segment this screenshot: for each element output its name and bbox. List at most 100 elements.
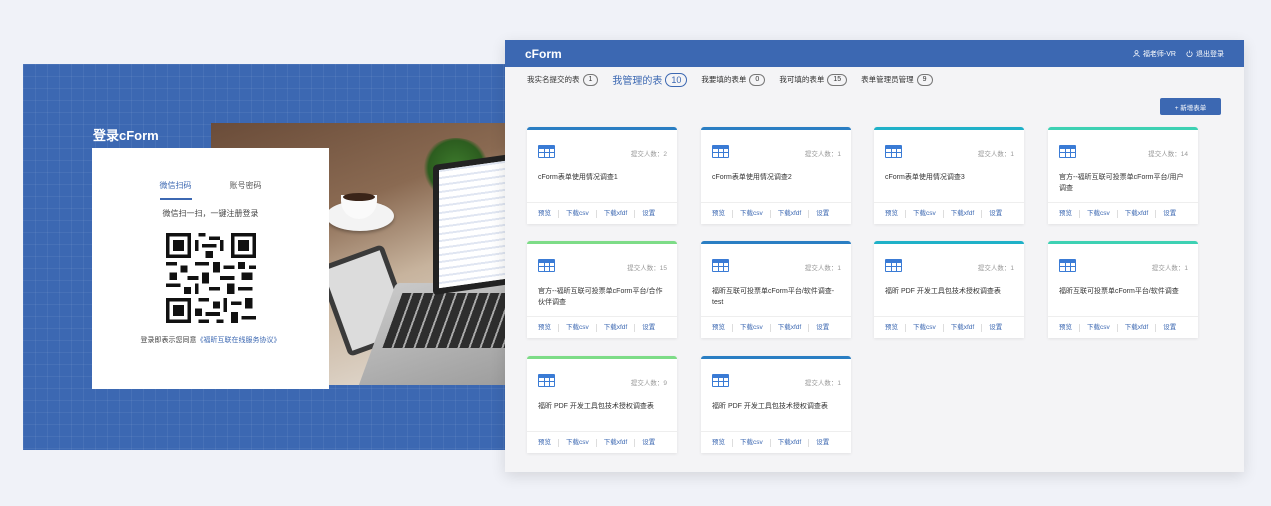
form-card[interactable]: 提交人数：9 福昕 PDF 开发工具包技术授权调查表 预览 下载csv 下载xfdf 设置 — [527, 356, 677, 453]
preview-link[interactable]: 预览 — [885, 323, 906, 332]
download-csv-link[interactable]: 下载csv — [740, 438, 771, 447]
settings-link[interactable]: 设置 — [642, 210, 662, 218]
form-title: cForm表单使用情况调查1 — [538, 174, 618, 181]
download-csv-link[interactable]: 下载csv — [1087, 209, 1118, 218]
card-actions: 预览 下载csv 下载xfdf 设置 — [874, 202, 1024, 224]
preview-link[interactable]: 预览 — [885, 209, 906, 218]
submission-count: 提交人数：2 — [630, 151, 667, 158]
download-csv-link[interactable]: 下载csv — [566, 438, 597, 447]
service-agreement-link[interactable]: 《福昕互联在线服务协议》 — [197, 337, 281, 344]
submission-count: 提交人数：9 — [630, 380, 667, 387]
form-card[interactable]: 提交人数：2 cForm表单使用情况调查1 预览 下载csv 下载xfdf 设置 — [527, 127, 677, 224]
preview-link[interactable]: 预览 — [712, 438, 733, 447]
form-card[interactable]: 提交人数：1 福昕 PDF 开发工具包技术授权调查表 预览 下载csv 下载xfdf 设置 — [874, 241, 1024, 338]
form-title: 福昕 PDF 开发工具包技术授权调查表 — [538, 403, 654, 410]
table-icon — [538, 374, 555, 387]
settings-link[interactable]: 设置 — [816, 439, 836, 447]
top-bar: cForm 福老师-VR 退出登录 — [505, 40, 1244, 67]
tab-account-password[interactable]: 账号密码 — [230, 180, 262, 200]
download-xfdf-link[interactable]: 下载xfdf — [951, 323, 983, 332]
power-icon — [1186, 50, 1193, 57]
tab-to-fill[interactable]: 我要填的表单 0 — [701, 73, 766, 86]
form-card[interactable]: 提交人数：1 福昕互联可投票单cForm平台/软件调查 预览 下载csv 下载xfdf 设… — [1048, 241, 1198, 338]
preview-link[interactable]: 预览 — [538, 323, 559, 332]
download-xfdf-link[interactable]: 下载xfdf — [1125, 323, 1157, 332]
download-xfdf-link[interactable]: 下载xfdf — [1125, 209, 1157, 218]
form-title: 福昕 PDF 开发工具包技术授权调查表 — [885, 288, 1001, 295]
preview-link[interactable]: 预览 — [1059, 209, 1080, 218]
download-xfdf-link[interactable]: 下载xfdf — [778, 438, 810, 447]
count-badge: 15 — [827, 73, 848, 86]
form-card[interactable]: 提交人数：1 福昕互联可投票单cForm平台/软件调查-test 预览 下载csv 下载… — [701, 241, 851, 338]
settings-link[interactable]: 设置 — [642, 439, 662, 447]
download-csv-link[interactable]: 下载csv — [913, 209, 944, 218]
form-card[interactable]: 提交人数：14 官方--福昕互联可投票单cForm平台/用户调查 预览 下载csv 下载… — [1048, 127, 1198, 224]
form-card[interactable]: 提交人数：1 福昕 PDF 开发工具包技术授权调查表 预览 下载csv 下载xfdf 设置 — [701, 356, 851, 453]
download-xfdf-link[interactable]: 下载xfdf — [951, 209, 983, 218]
download-csv-link[interactable]: 下载csv — [566, 209, 597, 218]
table-icon — [1059, 259, 1076, 272]
agreement-text: 登录即表示您同意《福昕互联在线服务协议》 — [140, 337, 281, 344]
form-title: cForm表单使用情况调查2 — [712, 174, 792, 181]
tab-can-fill[interactable]: 我可填的表单 15 — [779, 73, 848, 86]
download-csv-link[interactable]: 下载csv — [740, 323, 771, 332]
login-card: 微信扫码 账号密码 微信扫一扫，一键注册登录 登录即表示您同意《福昕互联在线服务… — [92, 148, 329, 389]
count-badge: 1 — [582, 73, 599, 86]
settings-link[interactable]: 设置 — [1163, 324, 1183, 332]
card-actions: 预览 下载csv 下载xfdf 设置 — [527, 431, 677, 453]
cform-dashboard: cForm 福老师-VR 退出登录 我实名提交的表 1 我管理的表 10 我要填的表… — [505, 40, 1244, 472]
preview-link[interactable]: 预览 — [712, 209, 733, 218]
submission-count: 提交人数：1 — [804, 151, 841, 158]
new-form-button[interactable]: + 新增表单 — [1160, 98, 1221, 115]
tab-submitted[interactable]: 我实名提交的表 1 — [527, 73, 599, 86]
submission-count: 提交人数：14 — [1148, 151, 1188, 158]
submission-count: 提交人数：1 — [1151, 265, 1188, 272]
submission-count: 提交人数：1 — [977, 265, 1014, 272]
download-csv-link[interactable]: 下载csv — [566, 323, 597, 332]
download-csv-link[interactable]: 下载csv — [913, 323, 944, 332]
tab-admin[interactable]: 表单管理员管理 9 — [861, 73, 933, 86]
card-actions: 预览 下载csv 下载xfdf 设置 — [701, 431, 851, 453]
submission-count: 提交人数：15 — [627, 265, 667, 272]
card-actions: 预览 下载csv 下载xfdf 设置 — [874, 316, 1024, 338]
table-icon — [538, 145, 555, 158]
settings-link[interactable]: 设置 — [816, 324, 836, 332]
form-card[interactable]: 提交人数：15 官方--福昕互联可投票单cForm平台/合作伙伴调查 预览 下载csv… — [527, 241, 677, 338]
download-xfdf-link[interactable]: 下载xfdf — [604, 323, 636, 332]
brand-logo: cForm — [525, 46, 562, 61]
user-icon — [1133, 50, 1140, 57]
card-actions: 预览 下载csv 下载xfdf 设置 — [1048, 316, 1198, 338]
tab-managed[interactable]: 我管理的表 10 — [612, 72, 688, 87]
preview-link[interactable]: 预览 — [712, 323, 733, 332]
form-card[interactable]: 提交人数：1 cForm表单使用情况调查2 预览 下载csv 下载xfdf 设置 — [701, 127, 851, 224]
submission-count: 提交人数：1 — [804, 380, 841, 387]
settings-link[interactable]: 设置 — [642, 324, 662, 332]
table-icon — [712, 145, 729, 158]
settings-link[interactable]: 设置 — [989, 210, 1009, 218]
settings-link[interactable]: 设置 — [816, 210, 836, 218]
download-xfdf-link[interactable]: 下载xfdf — [778, 209, 810, 218]
preview-link[interactable]: 预览 — [1059, 323, 1080, 332]
table-icon — [712, 259, 729, 272]
download-xfdf-link[interactable]: 下载xfdf — [778, 323, 810, 332]
card-actions: 预览 下载csv 下载xfdf 设置 — [527, 316, 677, 338]
tab-wechat-scan[interactable]: 微信扫码 — [159, 180, 192, 200]
nav-tabs: 我实名提交的表 1 我管理的表 10 我要填的表单 0 我可填的表单 15 表单管理员管… — [527, 72, 947, 87]
user-menu[interactable]: 福老师-VR — [1133, 49, 1176, 59]
settings-link[interactable]: 设置 — [989, 324, 1009, 332]
download-csv-link[interactable]: 下载csv — [740, 209, 771, 218]
login-tabs: 微信扫码 账号密码 — [92, 180, 329, 200]
table-icon — [885, 259, 902, 272]
download-csv-link[interactable]: 下载csv — [1087, 323, 1118, 332]
card-actions: 预览 下载csv 下载xfdf 设置 — [701, 202, 851, 224]
logout-button[interactable]: 退出登录 — [1186, 49, 1224, 59]
settings-link[interactable]: 设置 — [1163, 210, 1183, 218]
preview-link[interactable]: 预览 — [538, 209, 559, 218]
preview-link[interactable]: 预览 — [538, 438, 559, 447]
download-xfdf-link[interactable]: 下载xfdf — [604, 209, 636, 218]
form-title: cForm表单使用情况调查3 — [885, 174, 965, 181]
login-title: 登录cForm — [93, 128, 159, 143]
download-xfdf-link[interactable]: 下载xfdf — [604, 438, 636, 447]
form-card[interactable]: 提交人数：1 cForm表单使用情况调查3 预览 下载csv 下载xfdf 设置 — [874, 127, 1024, 224]
card-actions: 预览 下载csv 下载xfdf 设置 — [1048, 202, 1198, 224]
